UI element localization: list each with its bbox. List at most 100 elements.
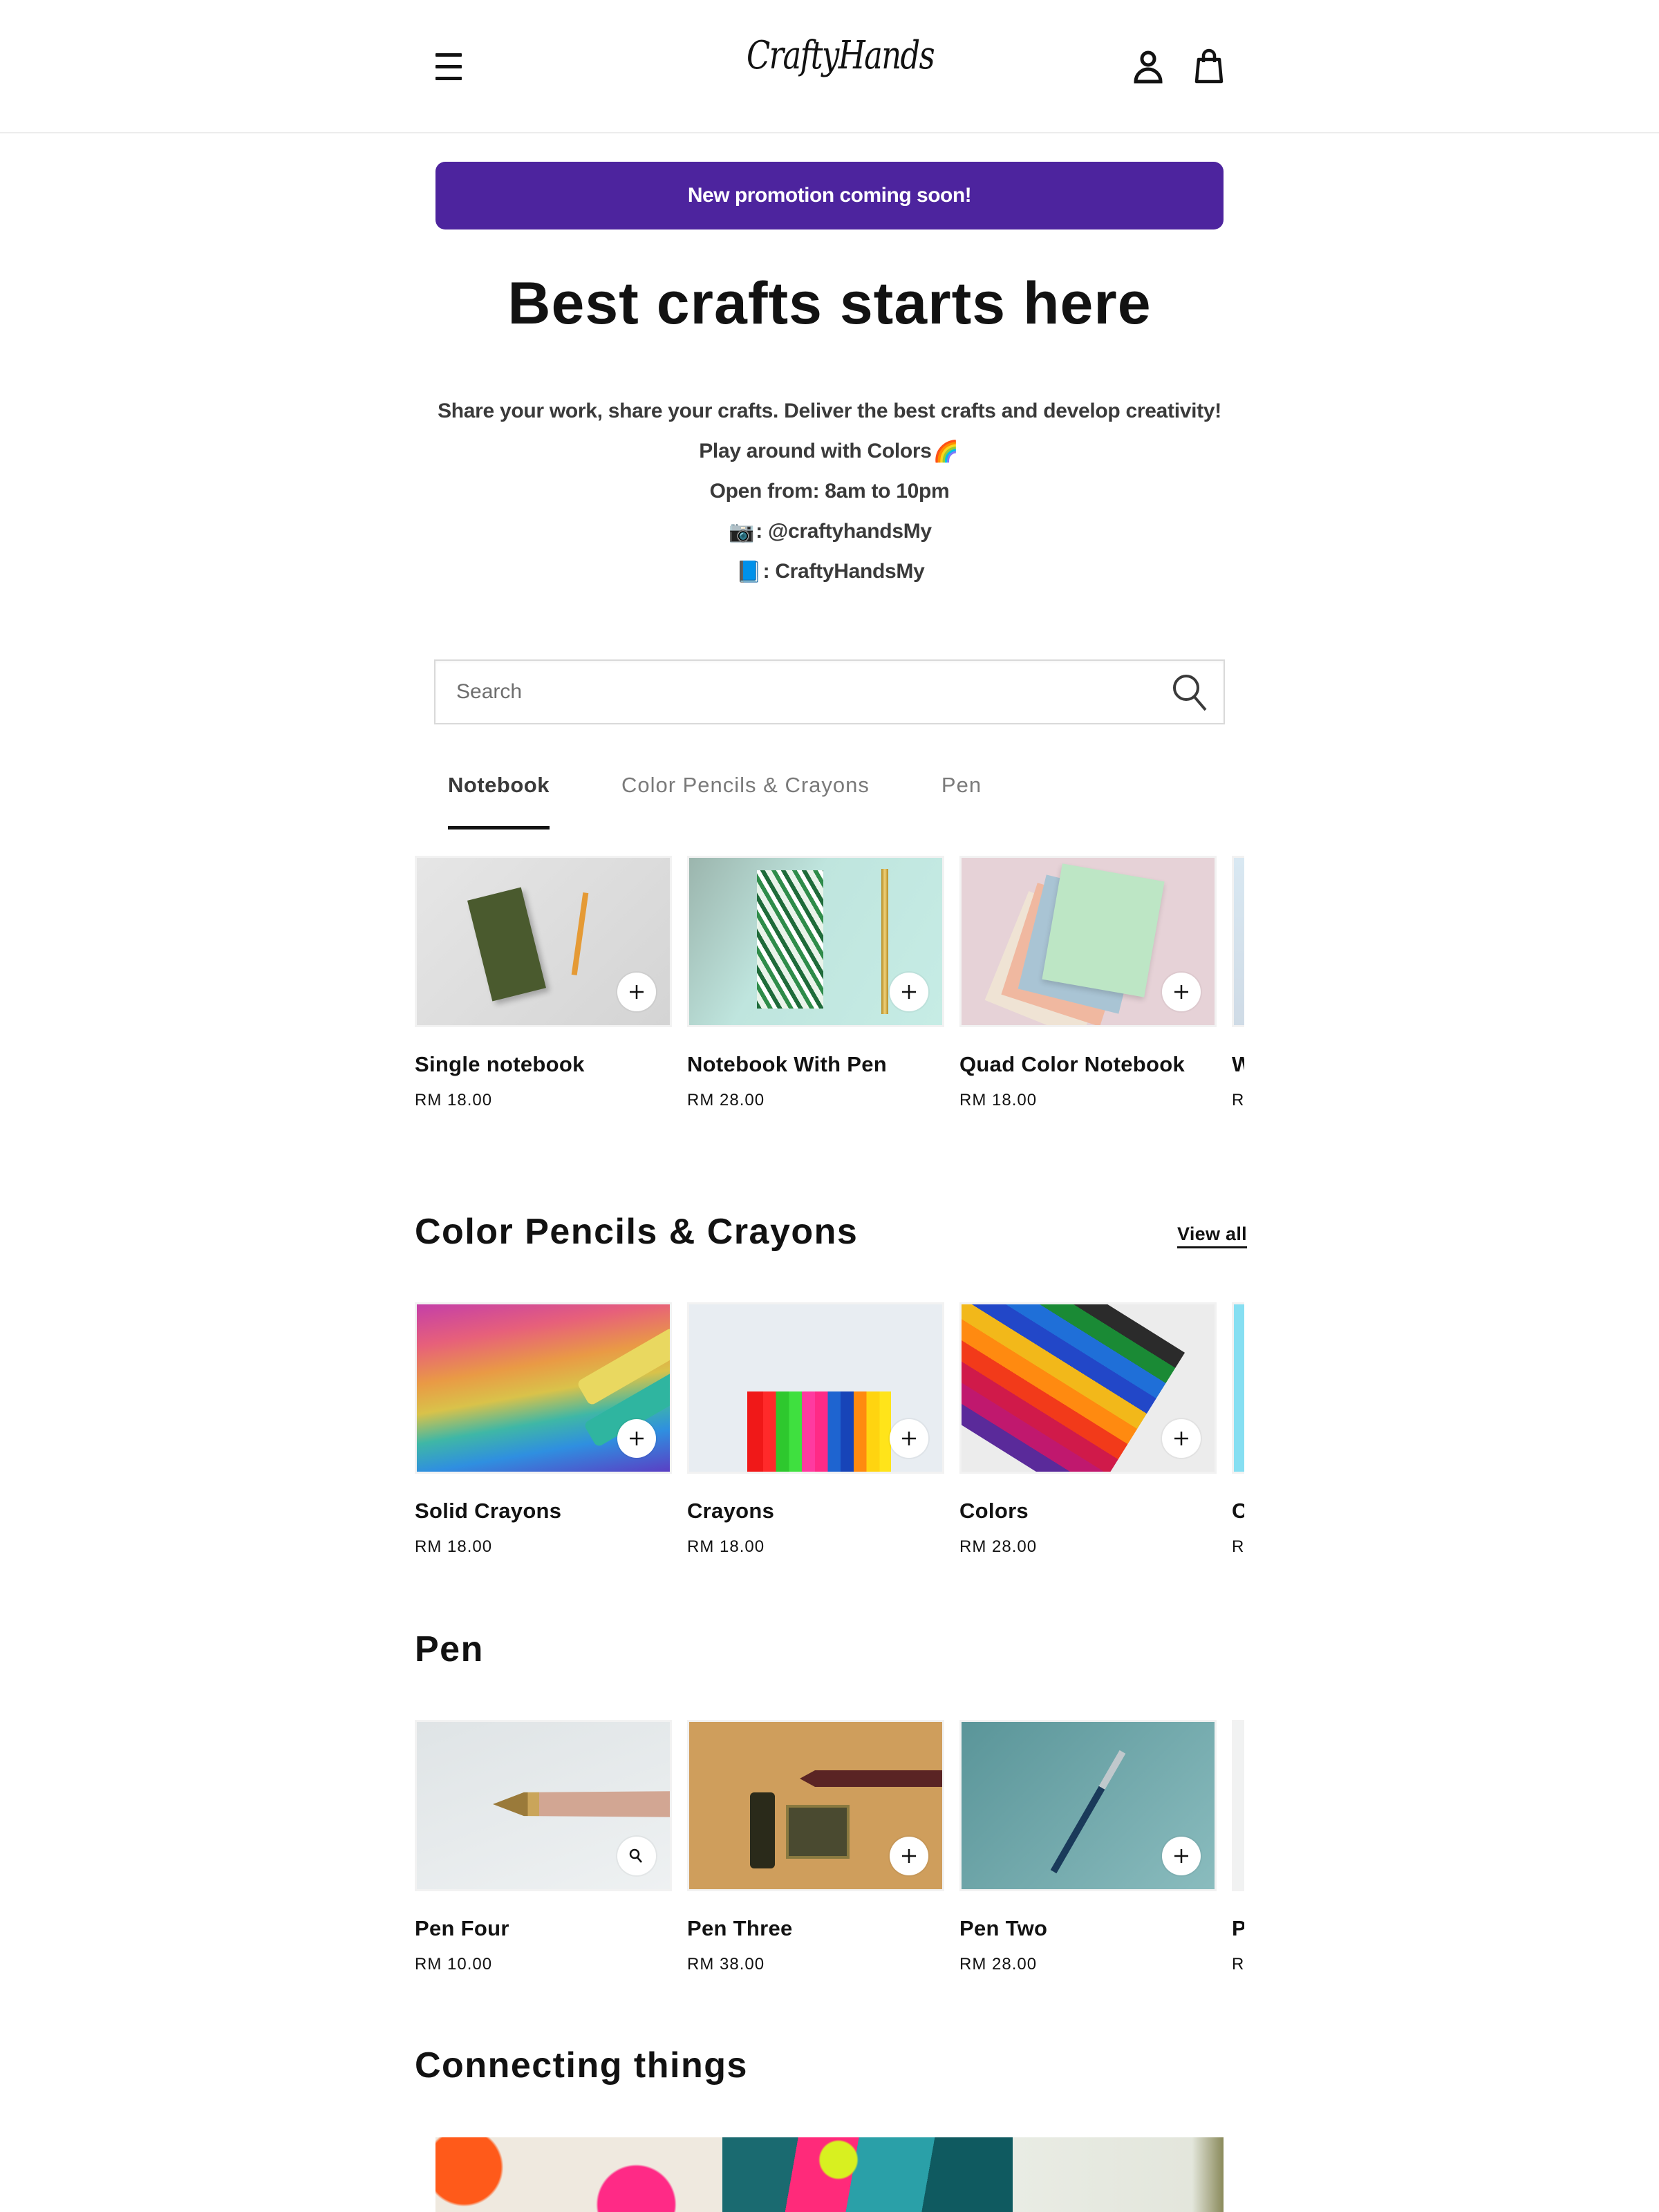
plus-icon bbox=[902, 1432, 916, 1445]
search-icon bbox=[629, 1848, 642, 1863]
image-collage bbox=[435, 2137, 1224, 2212]
quick-view-button[interactable] bbox=[617, 1837, 656, 1875]
hero-line-text: Open from: 8am to 10pm bbox=[709, 480, 950, 503]
product-title[interactable]: Quad Color Notebook bbox=[959, 1052, 1217, 1080]
hero-description: Share your work, share your crafts. Deli… bbox=[0, 394, 1659, 594]
view-all-link[interactable]: View all bbox=[1177, 1224, 1247, 1248]
product-price: RI bbox=[1232, 1537, 1244, 1556]
product-image[interactable] bbox=[959, 856, 1217, 1027]
category-tabs: Notebook Color Pencils & Crayons Pen bbox=[448, 767, 1053, 830]
product-image[interactable] bbox=[687, 1720, 944, 1891]
section-title-pen: Pen bbox=[415, 1629, 484, 1669]
product-card: Single notebook RM 18.00 bbox=[415, 856, 672, 1110]
product-title[interactable]: Pen Two bbox=[959, 1916, 1217, 1944]
palm-notebook-illustration bbox=[757, 870, 823, 1009]
product-card: Pen Three RM 38.00 bbox=[687, 1720, 944, 1974]
hero-line: Play around with Colors🌈 bbox=[0, 434, 1659, 474]
product-price: RI bbox=[1232, 1091, 1244, 1109]
product-image[interactable] bbox=[959, 1720, 1217, 1891]
product-title[interactable]: Solid Crayons bbox=[415, 1499, 672, 1526]
plus-icon bbox=[1174, 1849, 1188, 1863]
add-to-cart-button[interactable] bbox=[1162, 1419, 1201, 1458]
add-to-cart-button[interactable] bbox=[617, 973, 656, 1011]
pen-product-row: Pen Four RM 10.00 Pen Three RM 38.00 Pen… bbox=[415, 1720, 1244, 2010]
tab-color-pencils-crayons[interactable]: Color Pencils & Crayons bbox=[621, 767, 870, 830]
product-title[interactable]: Colors bbox=[959, 1499, 1217, 1526]
gold-pen-illustration bbox=[881, 869, 888, 1014]
hero-line: 📷: @craftyhandsMy bbox=[0, 514, 1659, 554]
account-icon bbox=[1134, 50, 1163, 84]
product-price: RM 28.00 bbox=[959, 1537, 1038, 1556]
notebook-illustration bbox=[467, 887, 546, 1002]
product-title[interactable]: Notebook With Pen bbox=[687, 1052, 944, 1080]
product-price: RM 18.00 bbox=[415, 1537, 493, 1556]
cart-button[interactable] bbox=[1192, 48, 1226, 87]
marker-set-illustration bbox=[962, 1304, 1185, 1472]
product-price: RM 18.00 bbox=[959, 1091, 1038, 1109]
notebook-stack-illustration bbox=[1042, 863, 1165, 997]
menu-icon-bar bbox=[435, 65, 462, 68]
plus-icon bbox=[630, 985, 644, 999]
product-card: W RI bbox=[1232, 856, 1244, 1110]
product-image[interactable] bbox=[1232, 1720, 1244, 1891]
search-input[interactable] bbox=[435, 661, 1170, 723]
tab-pen[interactable]: Pen bbox=[941, 767, 982, 830]
cart-icon bbox=[1194, 48, 1224, 84]
product-image[interactable] bbox=[687, 1302, 944, 1474]
plus-icon bbox=[1174, 1432, 1188, 1445]
product-price: RM 18.00 bbox=[687, 1537, 765, 1556]
product-card: Notebook With Pen RM 28.00 bbox=[687, 856, 944, 1110]
product-image[interactable] bbox=[1232, 856, 1244, 1027]
hero-line: Open from: 8am to 10pm bbox=[0, 474, 1659, 514]
site-logo[interactable]: CraftyHands bbox=[747, 33, 935, 102]
instagram-handle: : @craftyhandsMy bbox=[756, 520, 932, 543]
collage-image[interactable] bbox=[1013, 2137, 1224, 2212]
camera-icon: 📷 bbox=[729, 521, 755, 544]
add-to-cart-button[interactable] bbox=[617, 1419, 656, 1458]
account-button[interactable] bbox=[1131, 48, 1165, 87]
product-image[interactable] bbox=[415, 856, 672, 1027]
menu-icon bbox=[435, 53, 462, 57]
product-card: Pen Two RM 28.00 bbox=[959, 1720, 1217, 1974]
product-price: RM 18.00 bbox=[415, 1091, 493, 1109]
product-title[interactable]: C bbox=[1232, 1499, 1244, 1526]
add-to-cart-button[interactable] bbox=[1162, 973, 1201, 1011]
add-to-cart-button[interactable] bbox=[1162, 1837, 1201, 1875]
add-to-cart-button[interactable] bbox=[890, 1419, 928, 1458]
product-price: RM 10.00 bbox=[415, 1955, 493, 1974]
product-image[interactable] bbox=[959, 1302, 1217, 1474]
plus-icon bbox=[630, 1432, 644, 1445]
search-bar bbox=[434, 659, 1225, 724]
product-image[interactable] bbox=[687, 856, 944, 1027]
site-header: CraftyHands bbox=[0, 0, 1659, 133]
facebook-handle: : CraftyHandsMy bbox=[762, 560, 925, 583]
promo-banner: New promotion coming soon! bbox=[435, 162, 1224, 229]
product-title[interactable]: W bbox=[1232, 1052, 1244, 1080]
product-title[interactable]: Pen Four bbox=[415, 1916, 672, 1944]
product-price: RM 28.00 bbox=[687, 1091, 765, 1109]
add-to-cart-button[interactable] bbox=[890, 1837, 928, 1875]
tab-notebook[interactable]: Notebook bbox=[448, 767, 550, 830]
product-title[interactable]: Pen Three bbox=[687, 1916, 944, 1944]
collage-image[interactable] bbox=[435, 2137, 722, 2212]
product-card: Colors RM 28.00 bbox=[959, 1302, 1217, 1557]
ballpoint-pen-illustration bbox=[1050, 1750, 1126, 1874]
hero-line-text: Play around with Colors bbox=[699, 440, 932, 462]
search-button[interactable] bbox=[1170, 671, 1211, 713]
product-title[interactable]: Single notebook bbox=[415, 1052, 672, 1080]
product-card: Pen Four RM 10.00 bbox=[415, 1720, 672, 1974]
product-title[interactable]: P bbox=[1232, 1916, 1244, 1944]
plus-icon bbox=[1174, 985, 1188, 999]
product-image[interactable] bbox=[1232, 1302, 1244, 1474]
product-card: P RI bbox=[1232, 1720, 1244, 1974]
collage-image[interactable] bbox=[722, 2137, 1013, 2212]
product-title[interactable]: Crayons bbox=[687, 1499, 944, 1526]
product-card: C RI bbox=[1232, 1302, 1244, 1557]
add-to-cart-button[interactable] bbox=[890, 973, 928, 1011]
ink-bottle-illustration bbox=[750, 1792, 775, 1868]
product-image[interactable] bbox=[415, 1720, 672, 1891]
menu-button[interactable] bbox=[430, 48, 469, 83]
product-image[interactable] bbox=[415, 1302, 672, 1474]
book-icon: 📘 bbox=[735, 561, 762, 584]
plus-icon bbox=[902, 1849, 916, 1863]
